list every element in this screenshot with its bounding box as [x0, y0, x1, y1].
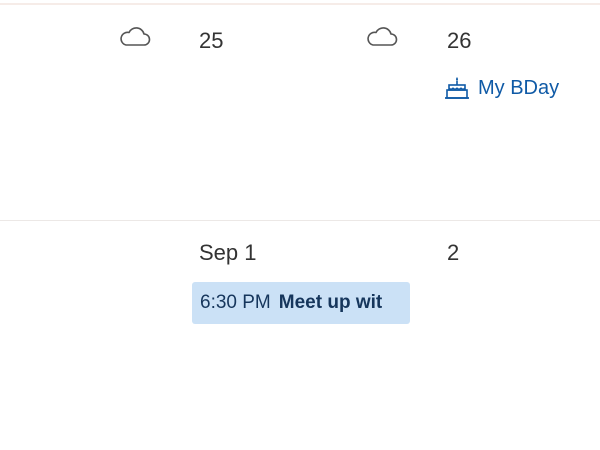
event-title: Meet up wit	[278, 292, 383, 313]
cloud-icon	[120, 27, 151, 46]
calendar-month-view: 25 26 My BDay Sep 1 2 6:30 PM Meet up wi…	[0, 0, 600, 450]
event-my-bday[interactable]: My BDay	[444, 74, 559, 102]
event-meet-up[interactable]: 6:30 PM Meet up wit	[192, 282, 410, 324]
top-divider	[0, 3, 600, 5]
birthday-cake-icon	[445, 77, 469, 99]
event-title: My BDay	[478, 77, 560, 99]
day-number-2[interactable]: 2	[447, 240, 459, 266]
day-number-26[interactable]: 26	[447, 28, 471, 54]
week-divider	[0, 220, 600, 221]
day-number-sep-1[interactable]: Sep 1	[199, 240, 257, 266]
cloud-icon	[367, 27, 398, 46]
event-time: 6:30 PM	[200, 292, 271, 313]
day-number-25[interactable]: 25	[199, 28, 223, 54]
